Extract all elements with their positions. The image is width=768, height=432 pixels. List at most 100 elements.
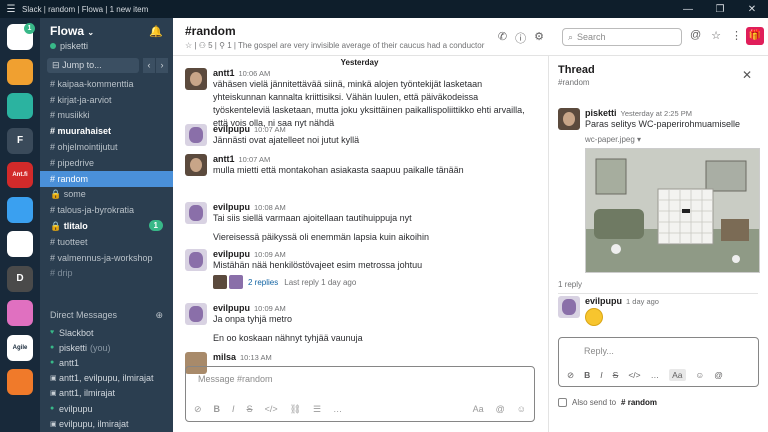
reply-time[interactable]: 1 day ago [626,297,659,306]
attach-icon[interactable]: ⊘ [194,404,202,415]
gift-icon[interactable]: 🎁 [746,27,764,45]
dm-item[interactable]: ▣ evilpupu, ilmirajat [40,416,173,431]
dm-item[interactable]: ▣ antt1, ilmirajat [40,386,173,401]
emoji-icon[interactable]: ☺ [696,370,705,380]
file-name[interactable]: wc-paper.jpeg ▾ [585,135,755,144]
jump-to-button[interactable]: ⊟ Jump to... [47,58,139,73]
back-arrow-icon[interactable]: ‹ [142,58,155,73]
avatar[interactable] [558,108,580,130]
dm-item[interactable]: ♥ Slackbot [40,325,173,340]
close-window-icon[interactable]: ✕ [736,4,768,15]
italic-icon[interactable]: I [600,370,602,380]
agile-workspace-icon[interactable]: Agile [7,334,33,361]
hamburger-menu-icon[interactable]: ☰ [0,4,22,15]
message-time[interactable]: 10:07 AM [239,155,271,164]
dm-item[interactable]: ▣ antt1, evilpupu, ilmirajat [40,371,173,386]
image-attachment[interactable] [585,148,760,273]
forward-arrow-icon[interactable]: › [155,58,168,73]
mention-icon[interactable]: @ [496,404,505,415]
channel-name[interactable]: #random [185,24,548,38]
gradient-workspace-icon[interactable] [7,300,33,326]
sidebar-channel-item[interactable]: # kaipaa-kommenttia [40,76,173,92]
pinned-count[interactable]: 1 [227,41,231,50]
message-time[interactable]: 10:07 AM [254,125,286,134]
grid-workspace-icon[interactable] [7,58,33,85]
sidebar-channel-item[interactable]: # talous-ja-byrokratia [40,202,173,218]
reply-composer[interactable]: Reply... ⊘ B I S </> … Aa ☺ @ [558,337,759,387]
sidebar-channel-item[interactable]: # kirjat-ja-arviot [40,92,173,108]
bell-icon[interactable]: 🔔 [149,25,163,38]
add-dm-icon[interactable]: ⊕ [155,310,163,321]
sidebar-channel-item[interactable]: # tuotteet [40,234,173,250]
letter-f-workspace[interactable]: F [7,127,33,154]
strike-icon[interactable]: S [613,370,619,380]
stack-workspace-icon[interactable] [7,231,33,257]
sidebar-channel-item[interactable]: # muurahaiset [40,123,173,139]
dm-item[interactable]: ● antt1 [40,355,173,370]
sidebar-channel-item[interactable]: # musiikki [40,108,173,124]
kebab-menu-icon[interactable]: ⋮ [731,29,742,42]
starred-icon[interactable]: ☆ [711,29,721,42]
message-author[interactable]: pisketti [585,108,617,118]
message-time[interactable]: 10:13 AM [240,353,272,362]
anttila-workspace-icon[interactable]: Ant.fi [7,162,33,188]
avatar[interactable] [185,124,207,146]
avatar[interactable] [185,154,207,176]
attach-icon[interactable]: ⊘ [567,370,574,381]
message-composer[interactable]: Message #random ⊘ B I S </> ⛓ ☰ … Aa @ ☺ [185,366,535,422]
format-icon[interactable]: Aa [473,404,484,415]
flowa-workspace-icon[interactable]: 1 [7,23,35,50]
sidebar-channel-item[interactable]: 🔒 some [40,187,173,203]
info-icon[interactable]: ⓘ [515,30,526,46]
ring-workspace-icon[interactable] [7,93,33,119]
format-icon[interactable]: Aa [669,369,686,381]
avatar[interactable] [185,303,207,325]
sidebar-channel-item[interactable]: # pipedrive [40,155,173,171]
sidebar-channel-item[interactable]: # random [40,170,173,187]
message-time[interactable]: 10:09 AM [254,250,286,259]
italic-icon[interactable]: I [232,404,235,415]
sidebar-channel-item[interactable]: # drip [40,266,173,282]
avatar[interactable] [185,68,207,90]
message-author[interactable]: evilpupu [213,202,250,212]
sidebar-channel-item[interactable]: # ohjelmointijutut [40,139,173,155]
star-icon[interactable]: ☆ [185,41,192,50]
message-author[interactable]: evilpupu [213,303,250,313]
message-author[interactable]: evilpupu [213,249,250,259]
message-author[interactable]: antt1 [213,68,235,78]
pin-icon[interactable]: ⚲ [219,41,225,50]
code-icon[interactable]: </> [628,370,640,380]
code-icon[interactable]: </> [265,404,278,415]
mention-icon[interactable]: @ [714,370,723,380]
message-time[interactable]: 10:06 AM [239,69,271,78]
bold-icon[interactable]: B [584,370,590,380]
letter-d-workspace[interactable]: D [7,265,33,292]
members-icon[interactable]: ⚇ [199,41,206,50]
mentions-icon[interactable]: @ [690,29,701,42]
avatar[interactable] [185,249,207,271]
workspace-name[interactable]: Flowa [50,24,84,38]
more-icon[interactable]: … [333,404,342,415]
gear-icon[interactable]: ⚙ [534,30,544,46]
avatar[interactable] [185,202,207,224]
thread-summary[interactable]: 2 replies Last reply 1 day ago [213,275,534,289]
message-time[interactable]: Yesterday at 2:25 PM [621,109,692,118]
search-input[interactable]: ⌕ Search [562,28,682,46]
message-time[interactable]: 10:09 AM [254,304,286,313]
message-time[interactable]: 10:08 AM [254,203,286,212]
link-icon[interactable]: ⛓ [290,404,301,415]
message-author[interactable]: evilpupu [213,124,250,134]
blue-sphere-workspace-icon[interactable] [7,196,33,223]
orange-circle-workspace-icon[interactable] [7,369,33,395]
message-author[interactable]: antt1 [213,154,235,164]
sidebar-channel-item[interactable]: 🔒 tlitalo 1 [40,218,173,234]
message-author[interactable]: milsa [213,352,236,362]
also-send-option[interactable]: Also send to # random [558,398,657,407]
replies-link[interactable]: 2 replies [248,278,278,287]
thread-channel[interactable]: #random [558,78,590,87]
close-icon[interactable]: ✕ [742,68,752,82]
emoji-icon[interactable]: ☺ [517,404,526,415]
maximize-icon[interactable]: ❐ [704,4,736,15]
phone-icon[interactable]: ✆ [498,30,507,46]
bold-icon[interactable]: B [214,404,221,415]
